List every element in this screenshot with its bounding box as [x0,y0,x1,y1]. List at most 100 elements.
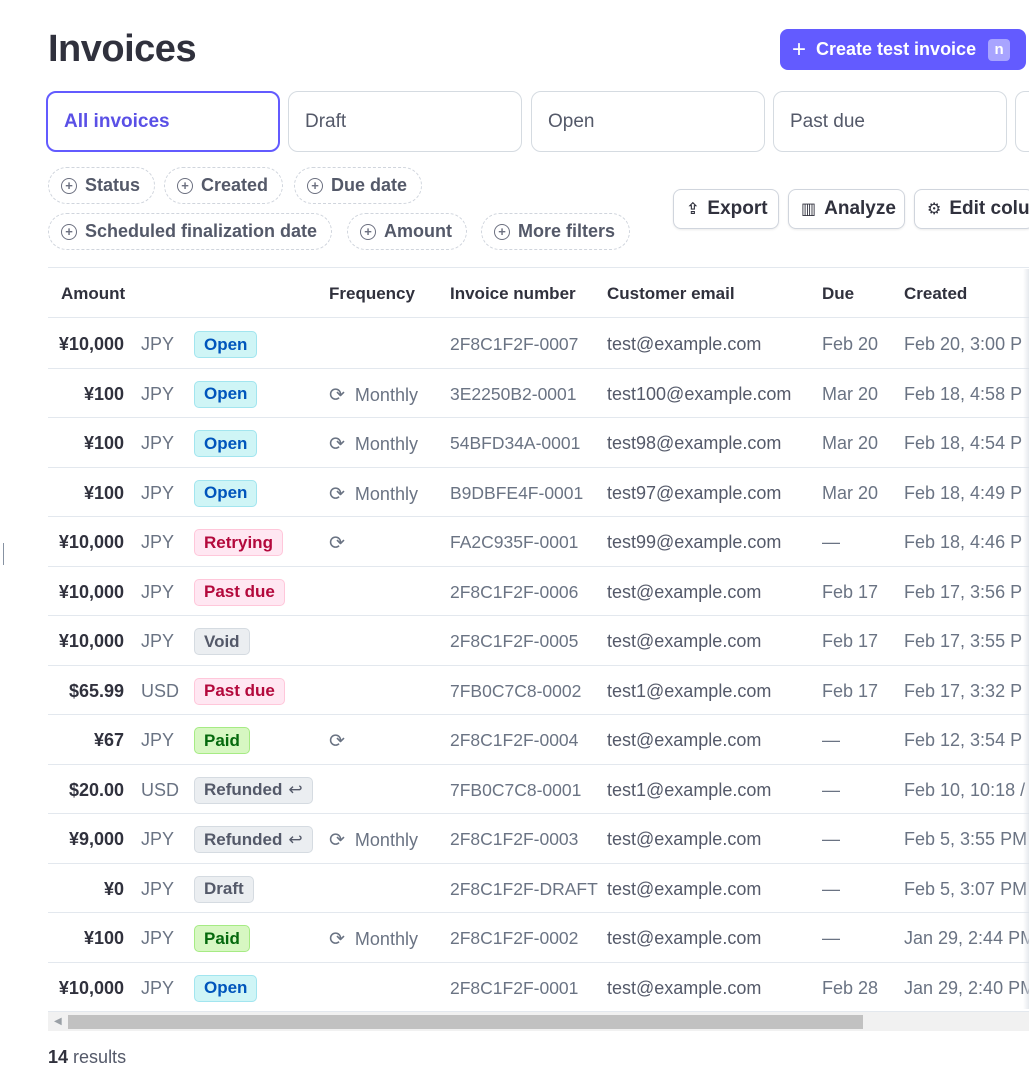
frequency-cell: ⟳ Monthly [329,928,418,951]
column-header-frequency[interactable]: Frequency [329,284,415,304]
tab-draft[interactable]: Draft [288,91,522,152]
amount-cell: ¥100 [83,928,124,948]
bar-chart-icon: ▥ [801,201,817,218]
currency-cell: JPY [141,878,175,899]
created-date-cell: Jan 29, 2:44 PM [904,928,1029,948]
status-label: Open [204,433,248,453]
table-row[interactable]: ¥0 JPY Draft 2F8C1F2F-DRAFT test@example.com… [48,864,1029,913]
currency-cell: JPY [141,532,175,552]
table-row[interactable]: $65.99 USD Past due 7FB0C7C8-0002 test1@exam… [48,666,1029,715]
status-badge: Refunded ↩ [194,776,313,804]
filter-created[interactable]: + Created [164,167,284,204]
filter-scheduled-finalization-date[interactable]: + Scheduled finalization date [48,213,333,250]
table-row[interactable]: ¥100 JPY Open ⟳ Monthly 54BFD34A-0001 test98@e… [48,418,1029,468]
tab-past-due[interactable]: Past due [773,91,1007,152]
status-badge: Paid [194,727,250,754]
table-row[interactable]: ¥100 JPY Open ⟳ Monthly 3E2250B2-0001 test100@… [48,369,1029,418]
table-row[interactable]: ¥100 JPY Paid ⟳ Monthly 2F8C1F2F-0002 test@exa… [48,913,1029,963]
due-date-cell: Mar 20 [822,482,879,503]
created-date-cell: Feb 17, 3:55 P [904,631,1023,651]
frequency-cell: ⟳ Monthly [329,829,418,852]
amount-cell: ¥10,000 [58,532,124,552]
frequency-cell: ⟳ [329,730,355,753]
due-date-cell: Feb 20 [822,334,879,354]
table-header: Amount Frequency Invoice number Customer… [48,268,1029,318]
column-header-invoice-number[interactable]: Invoice number [450,284,576,304]
column-header-amount[interactable]: Amount [61,284,125,304]
customer-email-cell: test@example.com [607,631,762,651]
create-test-invoice-button[interactable]: + Create test invoice n [780,29,1026,70]
tab-open[interactable]: Open [531,91,765,152]
horizontal-scrollbar[interactable]: ◀ [48,1011,1029,1031]
edit-columns-button[interactable]: ⚙ Edit colu [914,189,1029,229]
customer-email-cell: test@example.com [607,977,762,998]
table-row[interactable]: ¥10,000 JPY Open 2F8C1F2F-0007 test@example.… [48,319,1029,369]
table-row[interactable]: ¥10,000 JPY Open 2F8C1F2F-0001 test@example.… [48,963,1029,1012]
due-date-cell: — [822,878,840,899]
amount-cell: ¥100 [83,482,124,503]
scroll-left-icon[interactable]: ◀ [54,1016,62,1027]
status-badge: Past due [194,578,285,606]
tab-label: All invoices [64,110,170,132]
text-cursor-mark [3,543,4,565]
invoice-number-cell: 2F8C1F2F-0004 [450,730,579,750]
filter-label: Amount [384,221,452,241]
invoice-number-cell: 2F8C1F2F-0001 [450,977,579,998]
table-row[interactable]: ¥10,000 JPY Retrying ⟳ FA2C935F-0001 test99@e… [48,517,1029,567]
filter-amount[interactable]: + Amount [347,213,467,250]
status-badge: Paid [194,925,250,952]
create-button-label: Create test invoice [816,39,977,59]
due-date-cell: — [822,928,840,948]
invoice-number-cell: 2F8C1F2F-0006 [450,581,579,602]
created-date-cell: Feb 5, 3:55 PM [904,829,1028,849]
status-label: Paid [204,928,240,948]
scrollbar-thumb[interactable] [68,1015,863,1029]
currency-cell: JPY [141,581,175,602]
currency-cell: JPY [141,383,175,404]
invoice-number-cell: FA2C935F-0001 [450,532,579,552]
due-date-cell: Feb 17 [822,631,879,651]
tab-more[interactable] [1015,91,1029,152]
customer-email-cell: test@example.com [607,334,762,354]
invoice-number-cell: 3E2250B2-0001 [450,383,577,404]
filter-status[interactable]: + Status [48,167,156,204]
status-label: Past due [204,582,275,601]
status-label: Refunded [204,829,283,849]
filter-label: Due date [331,175,408,195]
filter-due-date[interactable]: + Due date [294,167,423,204]
tab-label: Open [548,110,595,132]
table-row[interactable]: ¥100 JPY Open ⟳ Monthly B9DBFE4F-0001 test97@e… [48,468,1029,517]
status-badge: Open [194,479,258,507]
table-row[interactable]: ¥67 JPY Paid ⟳ 2F8C1F2F-0004 test@example.com… [48,715,1029,765]
plus-circle-icon: + [307,177,323,194]
export-button[interactable]: ⇪ Export [673,189,779,229]
invoice-number-cell: B9DBFE4F-0001 [450,482,584,503]
due-date-cell: Feb 17 [822,680,879,701]
edit-columns-label: Edit colu [949,198,1029,219]
table-row[interactable]: ¥9,000 JPY Refunded ↩ ⟳ Monthly 2F8C1F2F-0003 t… [48,814,1029,864]
analyze-button[interactable]: ▥ Analyze [788,189,905,229]
customer-email-cell: test97@example.com [607,482,782,503]
column-header-created[interactable]: Created [904,284,967,304]
currency-cell: JPY [141,730,175,750]
column-header-due[interactable]: Due [822,284,854,304]
amount-cell: ¥100 [83,433,124,453]
status-label: Open [204,483,248,502]
column-header-customer-email[interactable]: Customer email [607,284,735,304]
currency-cell: USD [141,680,180,701]
currency-cell: JPY [141,433,175,453]
table-row[interactable]: $20.00 USD Refunded ↩ 7FB0C7C8-0001 test1@exa… [48,765,1029,814]
amount-cell: ¥10,000 [58,581,124,602]
filter-more-filters[interactable]: + More filters [481,213,631,250]
refresh-icon: ⟳ [329,434,345,455]
due-date-cell: Feb 17 [822,581,879,602]
tab-all-invoices[interactable]: All invoices [46,91,280,152]
plus-circle-icon: + [177,177,193,194]
table-row[interactable]: ¥10,000 JPY Past due 2F8C1F2F-0006 test@exam… [48,567,1029,616]
refresh-icon: ⟳ [329,830,345,851]
created-date-cell: Feb 5, 3:07 PM [904,878,1028,899]
status-tabs: All invoices Draft Open Past due [46,91,1029,153]
table-row[interactable]: ¥10,000 JPY Void 2F8C1F2F-0005 test@example.… [48,616,1029,666]
status-label: Open [204,978,248,997]
filter-label: Created [201,175,269,195]
